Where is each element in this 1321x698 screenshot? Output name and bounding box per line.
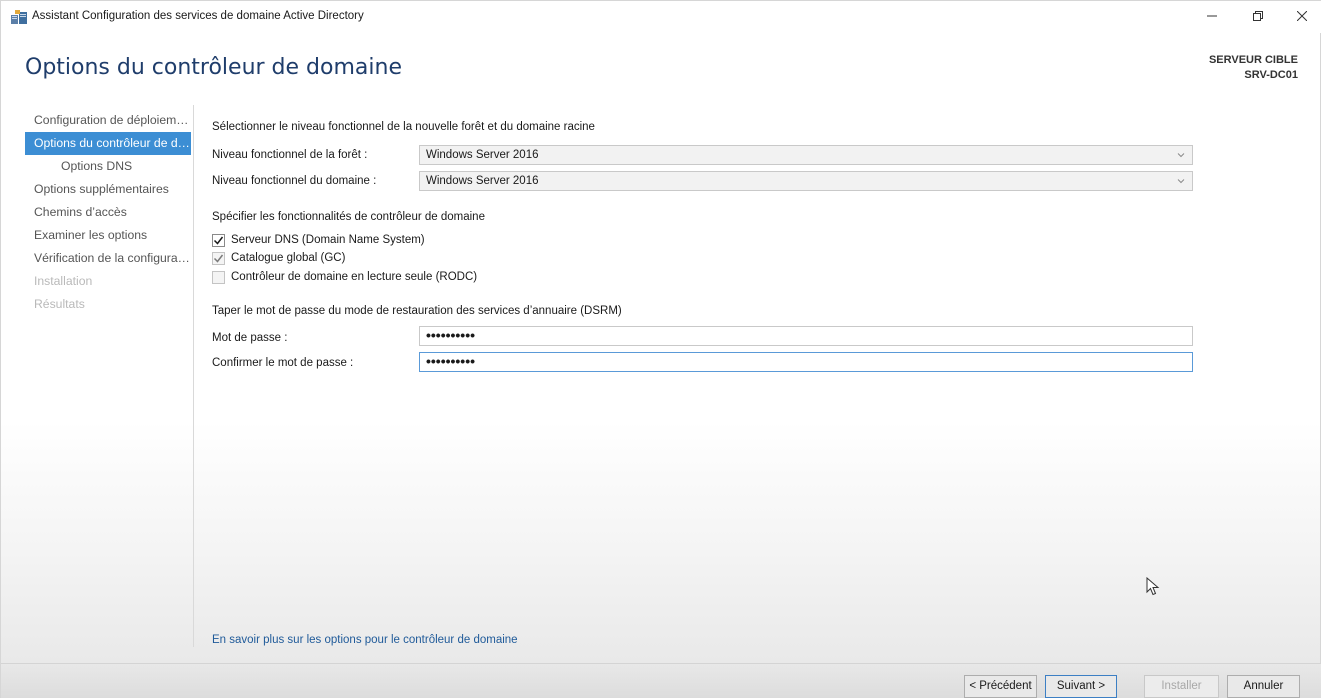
global-catalog-label: Catalogue global (GC) [231,252,346,264]
forest-level-label: Niveau fonctionnel de la forêt : [212,149,368,161]
button-bar [1,663,1321,698]
target-server-name: SRV-DC01 [1244,69,1298,81]
dns-server-label: Serveur DNS (Domain Name System) [231,234,425,246]
chevron-down-icon [1177,179,1185,184]
server-manager-icon [11,10,27,24]
nav-item-prerequisites-check[interactable]: Vérification de la configuration [25,247,191,270]
wizard-window: Assistant Configuration des services de … [0,0,1321,698]
confirm-password-field[interactable]: •••••••••• [419,352,1193,372]
checkmark-icon [213,236,224,245]
domain-level-value: Windows Server 2016 [426,175,539,187]
target-server-label: SERVEUR CIBLE [1208,54,1298,66]
nav-item-dc-options[interactable]: Options du contrôleur de domaine [25,132,191,155]
dns-server-checkbox[interactable] [212,233,225,247]
nav-item-review-options[interactable]: Examiner les options [25,224,191,247]
rodc-checkbox-row: Contrôleur de domaine en lecture seule (… [212,268,477,286]
learn-more-link[interactable]: En savoir plus sur les options pour le c… [212,634,518,646]
close-button[interactable] [1279,1,1321,31]
global-catalog-checkbox [212,251,225,265]
nav-item-additional-options[interactable]: Options supplémentaires [25,178,191,201]
password-label: Mot de passe : [212,332,288,344]
nav-item-dns-options[interactable]: Options DNS [25,155,191,178]
next-button[interactable]: Suivant > [1045,675,1117,698]
checkmark-icon [213,254,224,263]
nav-item-installation: Installation [34,274,93,288]
domain-level-label: Niveau fonctionnel du domaine : [212,175,377,187]
target-server: SERVEUR CIBLE SRV-DC01 [1209,53,1298,83]
close-icon [1297,11,1307,21]
capabilities-heading: Spécifier les fonctionnalités de contrôl… [212,211,485,223]
dns-server-checkbox-row[interactable]: Serveur DNS (Domain Name System) [212,231,425,249]
install-button: Installer [1144,675,1219,698]
nav-item-paths[interactable]: Chemins d’accès [25,201,191,224]
rodc-label: Contrôleur de domaine en lecture seule (… [231,271,478,283]
nav-item-deployment-configuration[interactable]: Configuration de déploiement [25,109,191,132]
password-field[interactable]: •••••••••• [419,326,1193,346]
forest-level-select[interactable]: Windows Server 2016 [419,145,1193,165]
forest-level-value: Windows Server 2016 [426,149,539,161]
nav-divider [193,105,194,647]
confirm-password-label: Confirmer le mot de passe : [212,357,354,369]
nav-item-results: Résultats [34,297,85,311]
functional-level-heading: Sélectionner le niveau fonctionnel de la… [212,121,595,133]
dsrm-heading: Taper le mot de passe du mode de restaur… [212,305,622,317]
chevron-down-icon [1177,153,1185,158]
domain-level-select[interactable]: Windows Server 2016 [419,171,1193,191]
restore-icon [1253,11,1263,21]
wizard-nav: Configuration de déploiement Options du … [25,109,191,316]
restore-button[interactable] [1235,1,1281,31]
previous-button[interactable]: < Précédent [964,675,1037,698]
rodc-checkbox [212,270,225,284]
cancel-button[interactable]: Annuler [1227,675,1300,698]
global-catalog-checkbox-row: Catalogue global (GC) [212,249,345,267]
main-content: Sélectionner le niveau fonctionnel de la… [212,1,1212,698]
mouse-cursor-icon [1146,577,1160,596]
